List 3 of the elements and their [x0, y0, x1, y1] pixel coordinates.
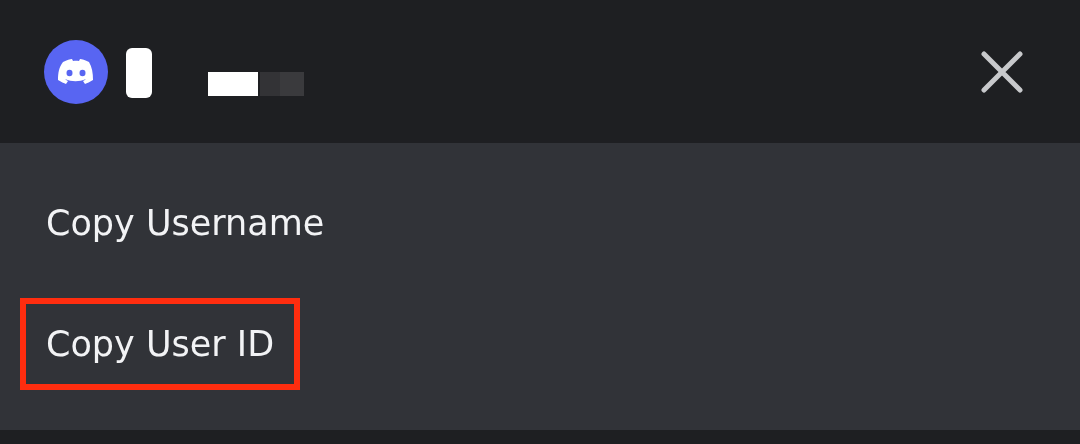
menu-item[interactable]: Copy User ID	[20, 297, 301, 390]
avatar-icon	[44, 39, 108, 104]
menu-item[interactable]: Copy Username	[20, 177, 351, 270]
